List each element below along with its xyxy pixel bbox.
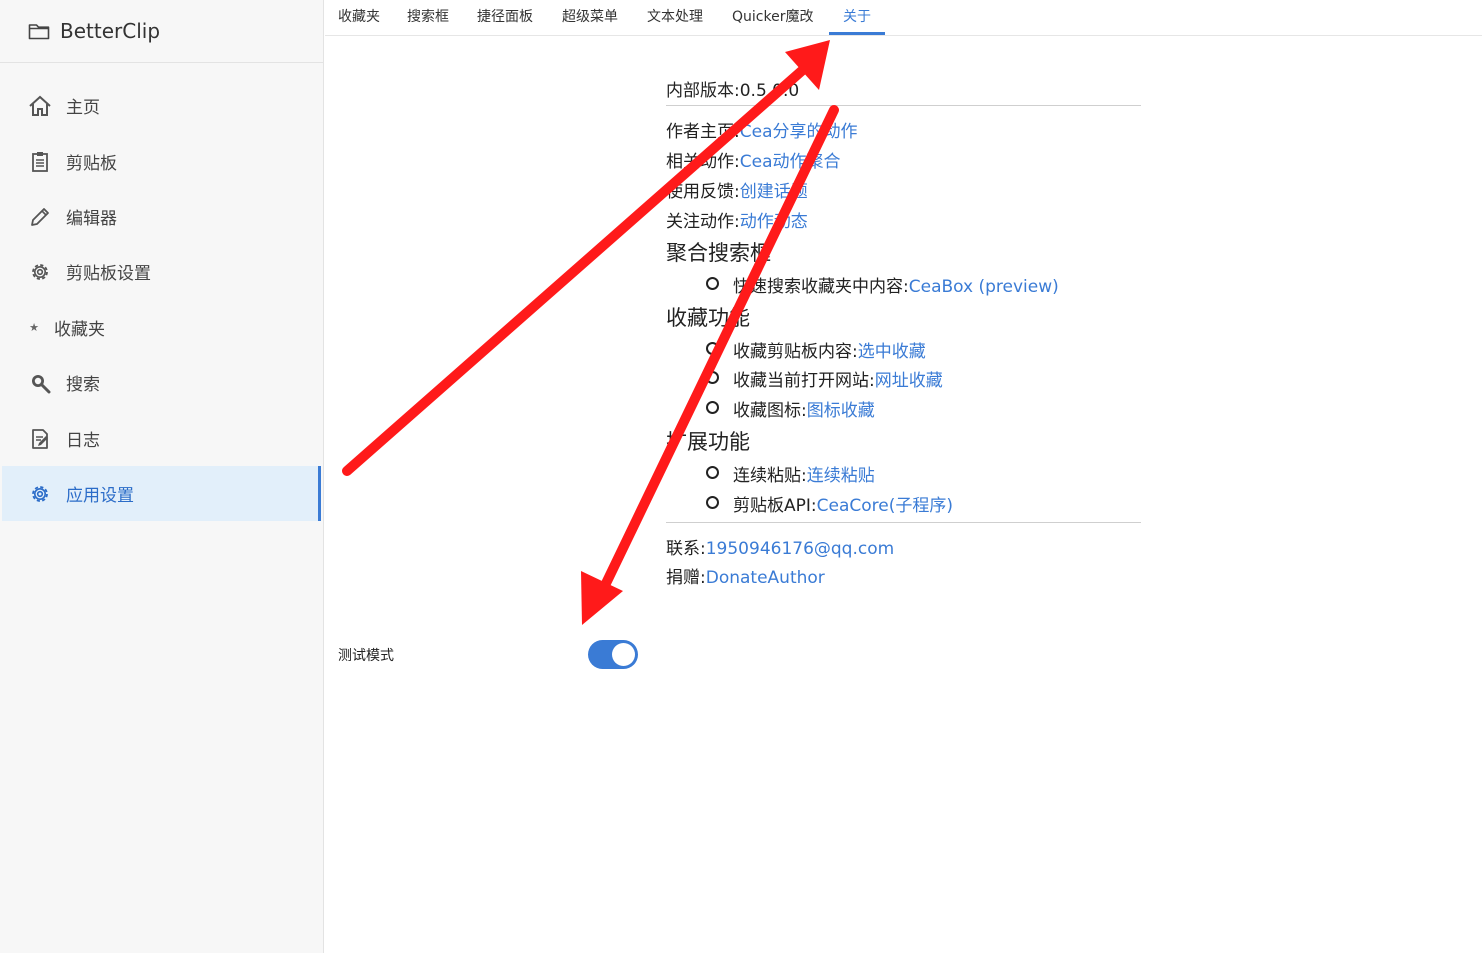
select-favorite-link[interactable]: 选中收藏 <box>858 342 926 362</box>
list-item: 收藏当前打开网站:网址收藏 <box>706 366 943 391</box>
sidebar-item-label: 编辑器 <box>66 209 117 229</box>
list-item: 连续粘贴:连续粘贴 <box>706 461 875 486</box>
tab-search-box[interactable]: 搜索框 <box>407 0 449 35</box>
contact-label: 联系: <box>666 539 706 559</box>
donate-row: 捐赠:DonateAuthor <box>666 563 825 588</box>
sidebar: BetterClip 主页 剪贴板 编辑器 剪贴板设置 ★ 收藏夹 搜索 日志 … <box>0 0 324 953</box>
follow-label: 关注动作: <box>666 212 740 232</box>
sidebar-item-label: 日志 <box>66 431 100 451</box>
feedback-row: 使用反馈:创建话题 <box>666 177 808 202</box>
list-item: 收藏剪贴板内容:选中收藏 <box>706 337 926 362</box>
author-label: 作者主页: <box>666 122 740 142</box>
related-link[interactable]: Cea动作聚合 <box>740 152 841 172</box>
feedback-label: 使用反馈: <box>666 182 740 202</box>
sidebar-item-clipboard-settings[interactable]: 剪贴板设置 <box>2 244 321 299</box>
version-label: 内部版本: <box>666 81 740 101</box>
divider <box>666 522 1141 523</box>
test-mode-label: 测试模式 <box>338 648 394 664</box>
list-item-label: 收藏剪贴板内容: <box>733 342 858 362</box>
section-heading-extension: 扩展功能 <box>666 430 750 454</box>
sidebar-item-clipboard[interactable]: 剪贴板 <box>2 134 321 189</box>
ceabox-link[interactable]: CeaBox (preview) <box>909 277 1059 297</box>
sidebar-item-search[interactable]: 搜索 <box>2 355 321 410</box>
continuous-paste-link[interactable]: 连续粘贴 <box>807 466 875 486</box>
sidebar-item-home[interactable]: 主页 <box>2 78 321 133</box>
sidebar-item-favorites[interactable]: ★ 收藏夹 <box>2 300 321 355</box>
app-brand: BetterClip <box>0 0 323 63</box>
clipboard-icon <box>28 150 52 174</box>
sidebar-item-label: 搜索 <box>66 375 100 395</box>
list-item-label: 剪贴板API: <box>733 496 817 516</box>
list-item-label: 收藏图标: <box>733 401 807 421</box>
star-icon: ★ <box>29 321 39 334</box>
list-item-label: 收藏当前打开网站: <box>733 371 875 391</box>
tab-shortcut-panel[interactable]: 捷径面板 <box>477 0 533 35</box>
feedback-link[interactable]: 创建话题 <box>740 182 808 202</box>
search-icon <box>28 371 52 395</box>
sidebar-item-label: 收藏夹 <box>54 320 105 340</box>
list-item: 收藏图标:图标收藏 <box>706 396 875 421</box>
tab-bar: 收藏夹 搜索框 捷径面板 超级菜单 文本处理 Quicker魔改 关于 <box>325 0 1482 36</box>
tab-text-processing[interactable]: 文本处理 <box>647 0 703 35</box>
sidebar-item-log[interactable]: 日志 <box>2 411 321 466</box>
donate-link[interactable]: DonateAuthor <box>706 568 825 588</box>
folder-icon <box>28 24 50 40</box>
sidebar-item-editor[interactable]: 编辑器 <box>2 189 321 244</box>
sidebar-item-label: 主页 <box>66 98 100 118</box>
tab-about[interactable]: 关于 <box>829 0 885 35</box>
related-row: 相关动作:Cea动作聚合 <box>666 147 840 172</box>
author-link[interactable]: Cea分享的动作 <box>740 122 858 142</box>
follow-row: 关注动作:动作动态 <box>666 207 808 232</box>
list-item-label: 连续粘贴: <box>733 466 807 486</box>
sidebar-item-label: 剪贴板 <box>66 154 117 174</box>
sidebar-item-label: 剪贴板设置 <box>66 264 151 284</box>
section-heading-favorite: 收藏功能 <box>666 306 750 330</box>
list-item: 剪贴板API:CeaCore(子程序) <box>706 491 953 516</box>
list-item-label: 快速搜索收藏夹中内容: <box>733 277 909 297</box>
sidebar-item-app-settings[interactable]: 应用设置 <box>2 466 321 521</box>
home-icon <box>28 94 52 118</box>
url-favorite-link[interactable]: 网址收藏 <box>875 371 943 391</box>
toggle-knob <box>612 643 635 666</box>
section-heading-search: 聚合搜索框 <box>666 241 771 265</box>
gear-icon <box>28 482 52 506</box>
test-mode-toggle[interactable] <box>588 640 638 669</box>
sidebar-item-label: 应用设置 <box>66 486 134 506</box>
icon-favorite-link[interactable]: 图标收藏 <box>807 401 875 421</box>
tab-favorites[interactable]: 收藏夹 <box>338 0 380 35</box>
gear-icon <box>28 260 52 284</box>
app-title: BetterClip <box>60 19 161 43</box>
author-row: 作者主页:Cea分享的动作 <box>666 117 857 142</box>
log-icon <box>28 427 52 451</box>
contact-row: 联系:1950946176@qq.com <box>666 534 894 559</box>
related-label: 相关动作: <box>666 152 740 172</box>
tab-super-menu[interactable]: 超级菜单 <box>562 0 618 35</box>
version-value: 0.5.0.0 <box>739 81 800 101</box>
pencil-icon <box>28 205 52 229</box>
follow-link[interactable]: 动作动态 <box>740 212 808 232</box>
list-item: 快速搜索收藏夹中内容:CeaBox (preview) <box>706 272 1059 297</box>
version-row: 内部版本:0.5.0.0 <box>666 76 799 101</box>
divider <box>666 105 1141 106</box>
arrowhead-down <box>581 571 623 625</box>
donate-label: 捐赠: <box>666 568 706 588</box>
ceacore-link[interactable]: CeaCore(子程序) <box>817 496 953 516</box>
tab-quicker-mod[interactable]: Quicker魔改 <box>732 0 813 35</box>
contact-email-link[interactable]: 1950946176@qq.com <box>706 539 894 559</box>
